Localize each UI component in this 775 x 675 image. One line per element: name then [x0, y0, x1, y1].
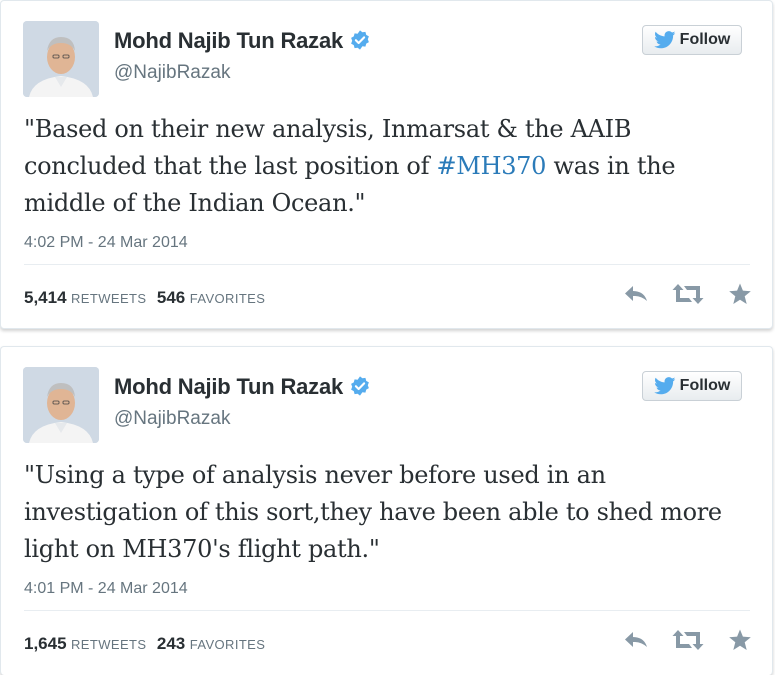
tweet-card: Mohd Najib Tun Razak @NajibRazak Follow …	[0, 0, 773, 329]
tweet-timestamp[interactable]: 4:02 PM - 24 Mar 2014	[24, 234, 188, 252]
divider	[24, 264, 750, 265]
display-name[interactable]: Mohd Najib Tun Razak	[114, 374, 371, 400]
reply-icon[interactable]	[624, 630, 648, 650]
tweet-stats: 5,414 RETWEETS 546 FAVORITES	[24, 288, 271, 308]
display-name-text[interactable]: Mohd Najib Tun Razak	[114, 28, 343, 53]
twitter-bird-icon	[653, 377, 676, 395]
follow-button[interactable]: Follow	[642, 371, 742, 401]
follow-button-label: Follow	[679, 377, 731, 394]
verified-badge-icon	[351, 376, 369, 396]
twitter-bird-icon	[653, 31, 676, 49]
hashtag-link[interactable]: #MH370	[437, 152, 547, 180]
avatar[interactable]	[23, 367, 99, 443]
verified-badge-icon	[351, 30, 369, 50]
tweet-stats: 1,645 RETWEETS 243 FAVORITES	[24, 634, 271, 654]
tweet-actions	[624, 629, 752, 651]
avatar[interactable]	[23, 21, 99, 97]
tweet-card: Mohd Najib Tun Razak @NajibRazak Follow …	[0, 346, 773, 675]
display-name-text[interactable]: Mohd Najib Tun Razak	[114, 374, 343, 399]
user-handle[interactable]: @NajibRazak	[114, 408, 230, 430]
tweet-text: "Using a type of analysis never before u…	[24, 461, 722, 563]
tweet-actions	[624, 283, 752, 305]
follow-button-label: Follow	[679, 31, 731, 48]
favorites-label: FAVORITES	[189, 637, 266, 652]
retweets-label: RETWEETS	[71, 291, 147, 306]
star-icon[interactable]	[728, 629, 752, 651]
follow-button[interactable]: Follow	[642, 25, 742, 55]
retweet-icon[interactable]	[672, 283, 704, 305]
retweets-label: RETWEETS	[71, 637, 147, 652]
favorite-count[interactable]: 243	[157, 634, 185, 653]
favorites-label: FAVORITES	[189, 291, 266, 306]
divider	[24, 610, 750, 611]
reply-icon[interactable]	[624, 284, 648, 304]
retweet-count[interactable]: 1,645	[24, 634, 67, 653]
star-icon[interactable]	[728, 283, 752, 305]
tweet-text: "Based on their new analysis, Inmarsat &…	[24, 111, 744, 222]
user-handle[interactable]: @NajibRazak	[114, 62, 230, 84]
favorite-count[interactable]: 546	[157, 288, 185, 307]
retweet-count[interactable]: 5,414	[24, 288, 67, 307]
display-name[interactable]: Mohd Najib Tun Razak	[114, 28, 371, 54]
tweet-timestamp[interactable]: 4:01 PM - 24 Mar 2014	[24, 580, 188, 598]
retweet-icon[interactable]	[672, 629, 704, 651]
